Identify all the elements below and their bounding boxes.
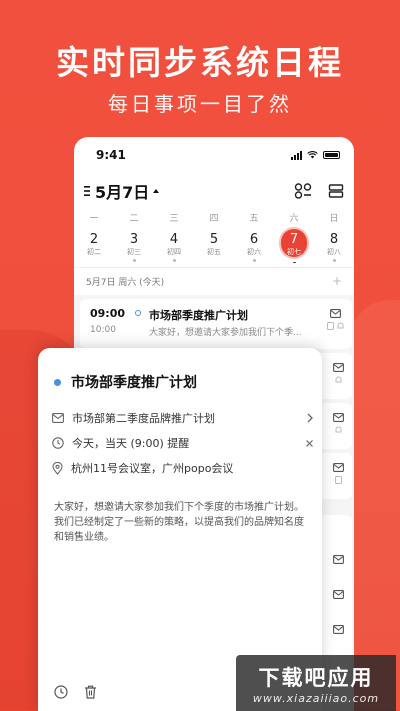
clock-icon[interactable] xyxy=(54,685,68,699)
event-dot xyxy=(252,259,256,262)
status-icons xyxy=(291,150,340,160)
weekday-label: 五 xyxy=(249,214,259,224)
apps-icon[interactable] xyxy=(294,183,312,199)
trash-icon[interactable] xyxy=(84,685,97,699)
lunar-date: 初六 xyxy=(247,248,261,256)
mail-icon xyxy=(333,463,344,472)
date-number: 2 xyxy=(89,232,99,247)
date-number: 3 xyxy=(129,232,139,247)
lunar-date: 初三 xyxy=(127,248,141,256)
mail-icon xyxy=(333,625,344,634)
weekday-row: 一 二 三 四 五 六 日 xyxy=(74,211,354,225)
close-icon[interactable] xyxy=(305,439,314,448)
watermark-logo: 下载吧应用 www.xiazaiiiao.com xyxy=(236,655,396,711)
signal-icon xyxy=(291,150,302,160)
date-cell[interactable]: 2 初二 xyxy=(74,229,114,263)
lunar-date: 初四 xyxy=(167,248,181,256)
status-time: 9:41 xyxy=(96,148,126,162)
event-icons xyxy=(333,363,344,384)
lunar-date: 初八 xyxy=(327,248,341,256)
mail-icon xyxy=(52,413,64,423)
watermark-url: www.xiazaiiiao.com xyxy=(252,691,380,705)
mail-subject-row[interactable]: 市场部第二季度品牌推广计划 xyxy=(52,410,314,426)
day-label: 5月7日 周六 (今天) xyxy=(86,277,165,288)
date-number: 5 xyxy=(209,232,219,247)
day-label-row: 5月7日 周六 (今天) + xyxy=(74,268,354,292)
location: 杭州11号会议室，广州popo会议 xyxy=(71,462,234,475)
time-reminder: 今天，当天 (9:00) 提醒 xyxy=(72,437,190,450)
location-row[interactable]: 杭州11号会议室，广州popo会议 xyxy=(52,460,314,476)
menu-icon[interactable] xyxy=(84,185,92,197)
event-dot xyxy=(292,262,296,263)
detail-description: 大家好，想邀请大家参加我们下个季度的市场推广计划。我们已经制定了一些新的策略，以… xyxy=(54,502,304,543)
event-color-dot xyxy=(54,378,61,386)
weekday-label: 二 xyxy=(129,214,139,224)
background-shape xyxy=(350,300,400,710)
event-icons xyxy=(327,309,344,330)
mail-subject: 市场部第二季度品牌推广计划 xyxy=(72,412,215,425)
event-icons xyxy=(333,463,344,484)
lunar-date: 初二 xyxy=(87,248,101,256)
event-title: 市场部季度推广计划 xyxy=(149,309,248,322)
date-cell[interactable]: 4 初四 xyxy=(154,229,194,263)
weekday-label: 四 xyxy=(209,214,219,224)
clock-icon xyxy=(52,437,64,449)
date-cell[interactable]: 5 初五 xyxy=(194,229,234,263)
view-toggle-icon[interactable] xyxy=(328,183,344,199)
detail-title: 市场部季度推广计划 xyxy=(71,375,197,391)
detail-title-row: 市场部季度推广计划 xyxy=(54,372,197,392)
weekday-label: 一 xyxy=(89,214,99,224)
calendar-small-icon xyxy=(335,476,342,484)
event-marker xyxy=(135,310,141,316)
watermark-main: 下载吧应用 xyxy=(258,665,374,690)
time-reminder-row[interactable]: 今天，当天 (9:00) 提醒 xyxy=(52,435,314,451)
weekday-label: 日 xyxy=(329,214,339,224)
event-dot xyxy=(132,259,136,262)
bell-icon xyxy=(335,426,342,433)
mail-icon xyxy=(333,590,344,599)
mail-icon xyxy=(330,309,341,318)
event-icons xyxy=(333,555,344,634)
month-selector[interactable]: 5月7日 xyxy=(84,179,160,203)
date-number: 6 xyxy=(249,232,259,247)
detail-actions xyxy=(54,685,97,699)
date-number: 8 xyxy=(329,232,339,247)
lunar-date: 初七 xyxy=(287,248,301,256)
caret-up-icon[interactable] xyxy=(152,187,160,195)
lunar-date: 初五 xyxy=(207,248,221,256)
date-number: 7 xyxy=(289,232,299,247)
wifi-icon xyxy=(307,151,318,159)
date-cell[interactable]: 6 初六 xyxy=(234,229,274,263)
status-bar: 9:41 xyxy=(74,137,354,173)
mail-icon xyxy=(333,413,344,422)
date-cell[interactable]: 8 初八 xyxy=(314,229,354,263)
hero-title: 实时同步系统日程 xyxy=(56,43,344,82)
date-number: 4 xyxy=(169,232,179,247)
date-row: 2 初二 3 初三 4 初四 5 初五 6 初六 7 初七 8 初八 xyxy=(74,229,354,263)
bell-icon xyxy=(335,376,342,383)
calendar-small-icon xyxy=(327,322,334,330)
month-title[interactable]: 5月7日 xyxy=(95,179,149,203)
mail-icon xyxy=(333,363,344,372)
mail-icon xyxy=(333,555,344,564)
weekday-label: 三 xyxy=(169,214,179,224)
add-event-icon[interactable]: + xyxy=(332,274,342,288)
event-dot xyxy=(172,259,176,262)
event-description: 大家好，想邀请大家参加我们下个季... xyxy=(149,328,302,338)
event-dot xyxy=(332,259,336,262)
weekday-label: 六 xyxy=(289,214,299,224)
location-pin-icon xyxy=(52,461,63,475)
event-end-time: 10:00 xyxy=(90,325,116,335)
calendar-header: 5月7日 xyxy=(74,173,354,209)
event-start-time: 09:00 xyxy=(90,307,126,320)
battery-icon xyxy=(323,151,340,159)
event-card[interactable]: 09:00 10:00 市场部季度推广计划 大家好，想邀请大家参加我们下个季..… xyxy=(80,299,352,349)
event-icons xyxy=(333,413,344,434)
date-cell-selected[interactable]: 7 初七 xyxy=(274,229,314,263)
chevron-right-icon[interactable] xyxy=(306,413,314,423)
bell-icon xyxy=(337,322,344,329)
hero-subtitle: 每日事项一目了然 xyxy=(108,92,292,116)
date-cell[interactable]: 3 初三 xyxy=(114,229,154,263)
